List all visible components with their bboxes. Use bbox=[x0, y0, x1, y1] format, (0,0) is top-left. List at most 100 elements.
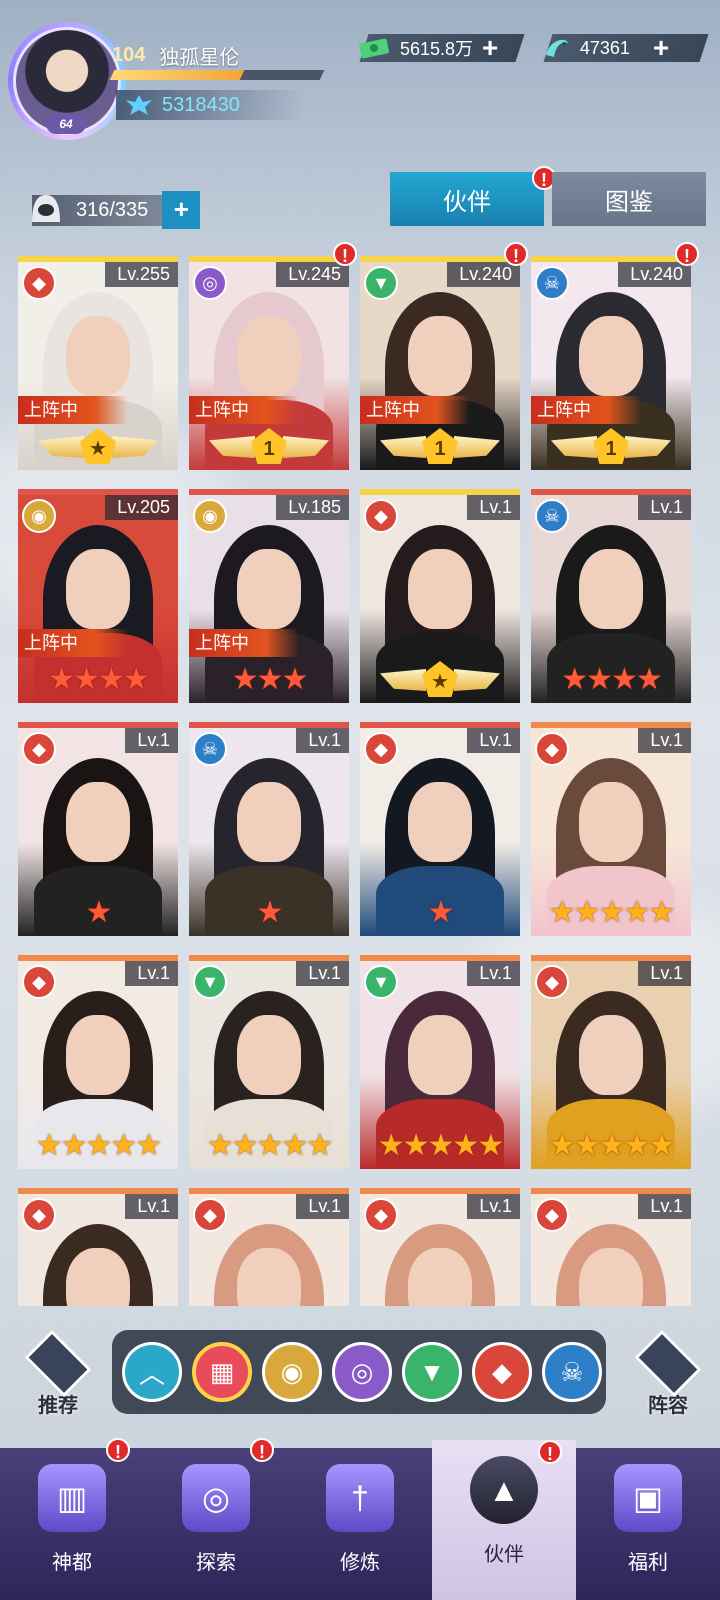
partner-card[interactable]: Lv.240 ▼ 上阵中 1 bbox=[360, 256, 520, 470]
nav-item-4[interactable]: ▣ 福利 bbox=[576, 1448, 720, 1600]
nav-item-0[interactable]: ▥ 神都! bbox=[0, 1438, 144, 1600]
partner-card[interactable]: Lv.205 ◉ 上阵中 ★★★★ bbox=[18, 489, 178, 703]
partner-level: Lv.1 bbox=[638, 1194, 691, 1219]
fish-value: 47361 bbox=[580, 37, 631, 58]
fox-faction-icon: ◆ bbox=[364, 1198, 398, 1232]
eye-faction-icon: ◉ bbox=[22, 499, 56, 533]
partner-card[interactable]: Lv.1 ◆ ★ bbox=[18, 722, 178, 936]
star-rating: ★★★ bbox=[231, 663, 309, 696]
star-rating: ★★★★ bbox=[561, 663, 663, 696]
portrait-face bbox=[579, 1248, 643, 1306]
player-header: 64 104 独孤星伦 5318430 5615.8万 + 47361 + bbox=[0, 0, 720, 170]
partner-card[interactable]: Lv.1 ◆ bbox=[531, 1188, 691, 1306]
partner-level: Lv.1 bbox=[125, 961, 178, 986]
rank-value: 1 bbox=[593, 428, 629, 464]
player-name: 独孤星伦 bbox=[159, 46, 240, 69]
partner-level: Lv.185 bbox=[276, 495, 349, 520]
eye-faction-icon: ◉ bbox=[193, 499, 227, 533]
purple-faction-icon[interactable]: ◎ bbox=[332, 1342, 392, 1402]
star-rating: ★ bbox=[85, 896, 113, 929]
portrait-face bbox=[579, 316, 643, 396]
nav-item-2[interactable]: † 修炼 bbox=[288, 1448, 432, 1600]
tab-codex[interactable]: 图鉴 bbox=[552, 172, 706, 226]
player-avatar[interactable]: 64 bbox=[8, 22, 126, 140]
portrait-face bbox=[408, 1015, 472, 1095]
add-fish-button[interactable]: + bbox=[644, 32, 678, 63]
bottom-nav: ▥ 神都! ◎ 探索! † 修炼 ▲ 伙伴! ▣ 福利 bbox=[0, 1438, 720, 1600]
skull-faction-icon[interactable]: ☠ bbox=[542, 1342, 602, 1402]
partner-card[interactable]: Lv.1 ◆ bbox=[360, 1188, 520, 1306]
partner-card[interactable]: Lv.240 ☠ 上阵中 1 bbox=[531, 256, 691, 470]
fox-faction-icon: ◆ bbox=[22, 266, 56, 300]
partner-level: Lv.205 bbox=[105, 495, 178, 520]
grid-icon[interactable]: ▦ bbox=[192, 1342, 252, 1402]
fish-icon bbox=[546, 39, 568, 57]
rank-value: ★ bbox=[80, 428, 116, 464]
partner-card[interactable]: Lv.185 ◉ 上阵中 ★★★ bbox=[189, 489, 349, 703]
partner-level: Lv.1 bbox=[638, 961, 691, 986]
partner-card[interactable]: Lv.1 ◆ ★★★★★ bbox=[531, 955, 691, 1169]
chevron-up-icon[interactable]: ︿ bbox=[122, 1342, 182, 1402]
eye-faction-icon[interactable]: ◉ bbox=[262, 1342, 322, 1402]
alert-icon: ! bbox=[250, 1438, 274, 1462]
partner-card[interactable]: Lv.1 ▼ ★★★★★ bbox=[360, 955, 520, 1169]
alert-icon: ! bbox=[538, 1440, 562, 1464]
star-rating: ★ bbox=[256, 896, 284, 929]
fox-faction-icon[interactable]: ◆ bbox=[472, 1342, 532, 1402]
partner-card[interactable]: Lv.1 ◆ ★ bbox=[360, 489, 520, 703]
partner-card[interactable]: Lv.1 ▼ ★★★★★ bbox=[189, 955, 349, 1169]
green-faction-icon: ▼ bbox=[364, 266, 398, 300]
partner-level: Lv.1 bbox=[296, 961, 349, 986]
purple-faction-icon: ◎ bbox=[193, 266, 227, 300]
partner-level: Lv.1 bbox=[125, 728, 178, 753]
rank-wing-badge: 1 bbox=[551, 428, 671, 468]
partner-card[interactable]: Lv.1 ◆ ★ bbox=[360, 722, 520, 936]
wing-left-icon bbox=[551, 436, 597, 458]
partner-level: Lv.255 bbox=[105, 262, 178, 287]
sword-icon: † bbox=[326, 1464, 394, 1532]
partner-card[interactable]: Lv.1 ☠ ★ bbox=[189, 722, 349, 936]
exp-bar bbox=[109, 70, 325, 80]
portrait-face bbox=[237, 316, 301, 396]
skull-faction-icon: ☠ bbox=[193, 732, 227, 766]
lineup-button[interactable]: 阵容 bbox=[628, 1329, 708, 1418]
portrait-face bbox=[66, 316, 130, 396]
portrait-face bbox=[237, 1015, 301, 1095]
tab-partners[interactable]: 伙伴 ! bbox=[390, 166, 556, 226]
partner-card[interactable]: Lv.1 ◆ ★★★★★ bbox=[531, 722, 691, 936]
tab-codex-label: 图鉴 bbox=[605, 188, 653, 216]
rank-wing-badge: ★ bbox=[380, 661, 500, 701]
portrait-face bbox=[237, 1248, 301, 1306]
alert-icon: ! bbox=[106, 1438, 130, 1462]
nav-label: 神都 bbox=[52, 1552, 92, 1574]
alert-icon: ! bbox=[675, 242, 699, 266]
on-team-label: 上阵中 bbox=[360, 396, 470, 424]
rank-value: 1 bbox=[422, 428, 458, 464]
partner-card[interactable]: Lv.255 ◆ 上阵中 ★ bbox=[18, 256, 178, 470]
wing-right-icon bbox=[625, 436, 671, 458]
green-faction-icon[interactable]: ▼ bbox=[402, 1342, 462, 1402]
roster-count: 316/335 + bbox=[26, 191, 201, 229]
fox-faction-icon: ◆ bbox=[22, 965, 56, 999]
recommend-button[interactable]: 推荐 bbox=[18, 1329, 98, 1418]
star-rating: ★★★★★ bbox=[377, 1129, 504, 1162]
portrait-face bbox=[579, 549, 643, 629]
partner-level: Lv.1 bbox=[638, 728, 691, 753]
partner-level: Lv.240 bbox=[447, 262, 520, 287]
expand-roster-button[interactable]: + bbox=[162, 191, 201, 229]
nav-item-3[interactable]: ▲ 伙伴! bbox=[432, 1440, 576, 1600]
partner-card[interactable]: Lv.1 ◆ bbox=[189, 1188, 349, 1306]
nav-item-1[interactable]: ◎ 探索! bbox=[144, 1438, 288, 1600]
partner-card[interactable]: Lv.1 ☠ ★★★★ bbox=[531, 489, 691, 703]
star-rating: ★ bbox=[427, 896, 455, 929]
add-cash-button[interactable]: + bbox=[473, 32, 507, 63]
partner-card[interactable]: Lv.245 ◎ 上阵中 1 bbox=[189, 256, 349, 470]
player-level: 104 bbox=[112, 43, 146, 66]
partner-level: Lv.1 bbox=[296, 1194, 349, 1219]
partner-card[interactable]: Lv.1 ◆ ★★★★★ bbox=[18, 955, 178, 1169]
star-rating: ★★★★★ bbox=[548, 896, 675, 929]
partner-card[interactable]: Lv.1 ◆ bbox=[18, 1188, 178, 1306]
on-team-label: 上阵中 bbox=[189, 629, 299, 657]
star-rating: ★★★★ bbox=[48, 663, 150, 696]
on-team-label: 上阵中 bbox=[189, 396, 299, 424]
